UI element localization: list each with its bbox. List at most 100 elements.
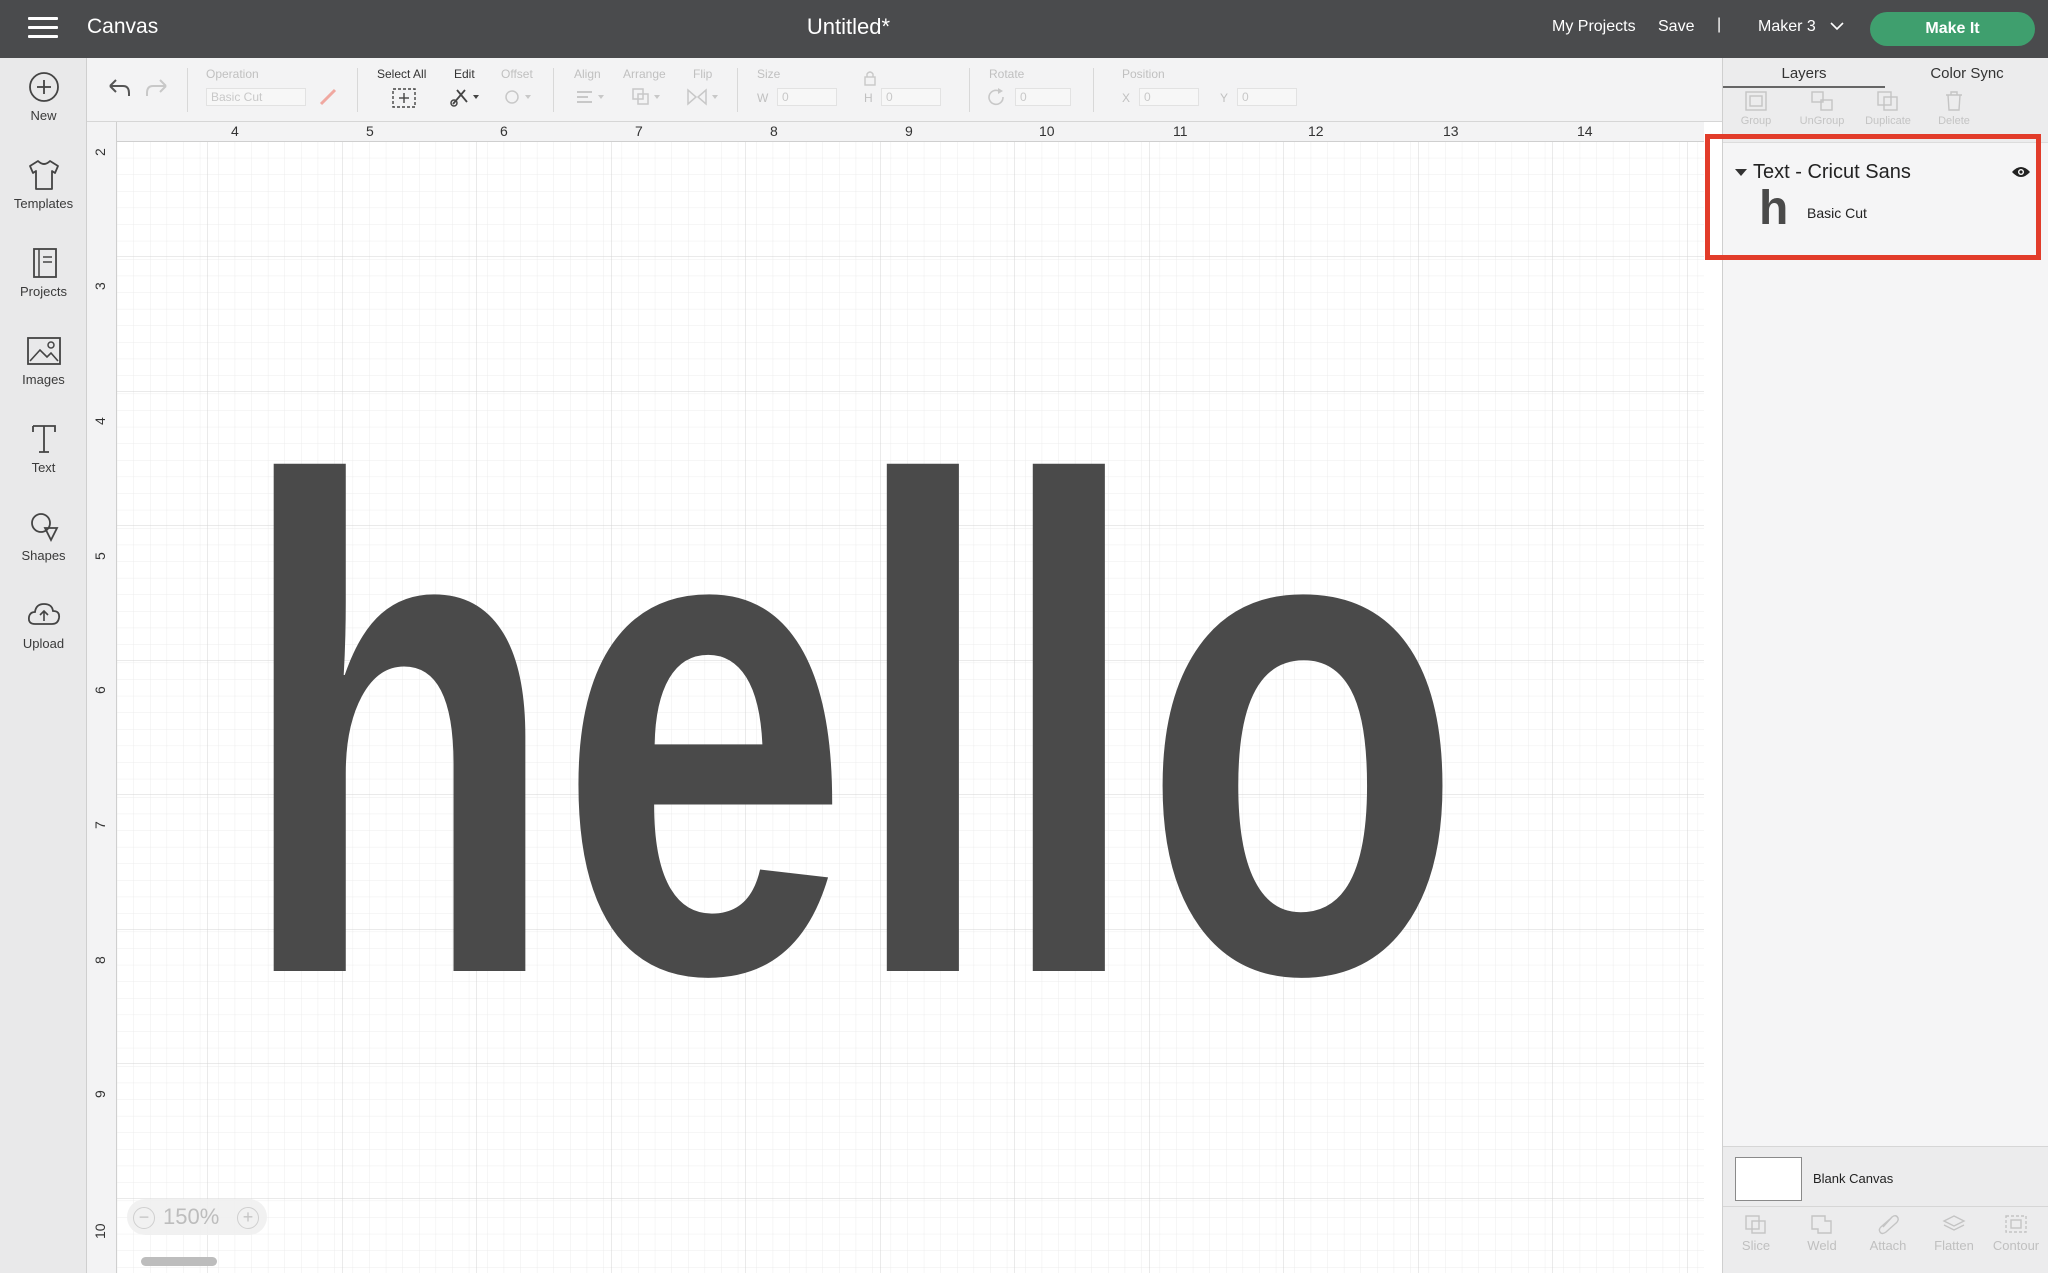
y-input[interactable]: 0 bbox=[1237, 88, 1297, 106]
select-all-icon[interactable] bbox=[391, 87, 417, 109]
toolbar-divider bbox=[357, 68, 358, 112]
ruler-mark: 10 bbox=[92, 1223, 108, 1239]
group-icon bbox=[1745, 91, 1767, 111]
height-input[interactable]: 0 bbox=[881, 88, 941, 106]
layer-actions-bar: Slice Weld Attach Flatten Contour bbox=[1723, 1206, 2048, 1273]
select-all-label: Select All bbox=[377, 67, 427, 81]
projects-label: Projects bbox=[20, 284, 67, 299]
redo-icon[interactable] bbox=[143, 76, 171, 100]
ruler-mark: 13 bbox=[1443, 123, 1459, 139]
y-label: Y bbox=[1220, 91, 1229, 105]
separator: | bbox=[1717, 16, 1722, 33]
flip-label: Flip bbox=[693, 67, 713, 81]
plus-circle-icon bbox=[28, 72, 59, 102]
align-label: Align bbox=[574, 67, 601, 81]
position-label: Position bbox=[1122, 67, 1165, 81]
toolbar-divider bbox=[187, 68, 188, 112]
group-button[interactable]: Group bbox=[1723, 90, 1789, 127]
zoom-out-button[interactable]: − bbox=[133, 1207, 155, 1229]
horizontal-scrollbar[interactable] bbox=[141, 1257, 217, 1266]
tab-layers[interactable]: Layers bbox=[1723, 60, 1885, 88]
flatten-label: Flatten bbox=[1934, 1238, 1974, 1253]
images-tool[interactable]: Images bbox=[0, 334, 87, 387]
delete-button[interactable]: Delete bbox=[1921, 90, 1987, 127]
flip-icon[interactable] bbox=[685, 86, 723, 108]
align-icon[interactable] bbox=[574, 86, 608, 108]
undo-icon[interactable] bbox=[105, 76, 133, 100]
upload-label: Upload bbox=[22, 636, 65, 651]
make-it-button[interactable]: Make It bbox=[1870, 12, 2035, 46]
top-bar: Canvas Untitled* My Projects Save | Make… bbox=[0, 0, 2048, 58]
notebook-icon bbox=[32, 248, 57, 278]
ruler-mark: 4 bbox=[92, 417, 108, 425]
image-icon bbox=[26, 337, 61, 365]
rotate-input[interactable]: 0 bbox=[1015, 88, 1071, 106]
operation-select[interactable]: Basic Cut bbox=[206, 88, 306, 106]
duplicate-button[interactable]: Duplicate bbox=[1855, 90, 1921, 127]
projects-tool[interactable]: Projects bbox=[0, 246, 87, 299]
images-label: Images bbox=[22, 372, 65, 387]
duplicate-icon bbox=[1877, 91, 1898, 111]
blank-canvas-swatch[interactable] bbox=[1735, 1157, 1802, 1201]
rotate-icon[interactable] bbox=[987, 88, 1007, 106]
toolbar-divider bbox=[553, 68, 554, 112]
trash-icon bbox=[1946, 91, 1962, 111]
ruler-mark: 7 bbox=[92, 821, 108, 829]
delete-label: Delete bbox=[1938, 115, 1970, 127]
shapes-tool[interactable]: Shapes bbox=[0, 510, 87, 563]
arrange-icon[interactable] bbox=[630, 86, 664, 108]
tshirt-icon bbox=[28, 160, 59, 190]
left-toolbar: New Templates Projects Images Text Shape… bbox=[0, 58, 87, 1273]
my-projects-link[interactable]: My Projects bbox=[1552, 18, 1636, 36]
weld-button[interactable]: Weld bbox=[1789, 1213, 1855, 1253]
collapse-caret-icon[interactable] bbox=[1735, 169, 1747, 176]
blank-canvas-row[interactable]: Blank Canvas bbox=[1723, 1146, 2048, 1206]
lock-icon[interactable] bbox=[863, 70, 877, 86]
slice-button[interactable]: Slice bbox=[1723, 1213, 1789, 1253]
eye-icon[interactable] bbox=[2011, 165, 2031, 179]
ruler-mark: 9 bbox=[92, 1090, 108, 1098]
save-button[interactable]: Save bbox=[1658, 18, 1694, 36]
offset-icon[interactable] bbox=[501, 86, 535, 108]
ungroup-button[interactable]: UnGroup bbox=[1789, 90, 1855, 127]
flatten-icon bbox=[1942, 1215, 1966, 1231]
group-label: Group bbox=[1740, 115, 1772, 127]
new-tool[interactable]: New bbox=[0, 70, 87, 123]
templates-tool[interactable]: Templates bbox=[0, 158, 87, 211]
ruler-mark: 10 bbox=[1039, 123, 1055, 139]
edit-scissors-icon[interactable] bbox=[449, 86, 483, 108]
text-tool[interactable]: Text bbox=[0, 422, 87, 475]
layer-item-basic-cut[interactable]: Basic Cut bbox=[1807, 205, 1867, 221]
chevron-down-icon[interactable] bbox=[1829, 18, 1845, 34]
design-canvas[interactable]: hello 4 5 6 7 8 9 10 11 12 13 14 2 3 4 5… bbox=[87, 122, 1704, 1273]
machine-select[interactable]: Maker 3 bbox=[1758, 18, 1816, 36]
flatten-button[interactable]: Flatten bbox=[1921, 1213, 1987, 1253]
x-input[interactable]: 0 bbox=[1139, 88, 1199, 106]
hello-text-object[interactable]: hello bbox=[237, 338, 1463, 1120]
width-input[interactable]: 0 bbox=[777, 88, 837, 106]
canvas-grid: hello bbox=[117, 142, 1704, 1273]
upload-tool[interactable]: Upload bbox=[0, 598, 87, 651]
slice-icon bbox=[1745, 1215, 1766, 1234]
ruler-mark: 14 bbox=[1577, 123, 1593, 139]
edit-label: Edit bbox=[454, 67, 475, 81]
toolbar-divider bbox=[1093, 68, 1094, 112]
contour-label: Contour bbox=[1992, 1238, 2040, 1253]
weld-icon bbox=[1811, 1215, 1832, 1234]
tab-color-sync[interactable]: Color Sync bbox=[1885, 60, 2048, 88]
shapes-label: Shapes bbox=[21, 548, 66, 563]
weld-label: Weld bbox=[1807, 1238, 1837, 1253]
offset-label: Offset bbox=[501, 67, 533, 81]
shapes-icon bbox=[30, 513, 58, 543]
toolbar-divider bbox=[969, 68, 970, 112]
attach-button[interactable]: Attach bbox=[1855, 1213, 1921, 1253]
zoom-in-button[interactable]: + bbox=[237, 1207, 259, 1229]
contour-button[interactable]: Contour bbox=[1983, 1213, 2048, 1253]
rotate-label: Rotate bbox=[989, 67, 1025, 81]
ruler-mark: 6 bbox=[92, 686, 108, 694]
operation-label: Operation bbox=[206, 67, 259, 81]
ungroup-label: UnGroup bbox=[1799, 115, 1845, 127]
paperclip-icon bbox=[1878, 1215, 1899, 1235]
ruler-mark: 2 bbox=[92, 148, 108, 156]
pen-color-icon[interactable] bbox=[317, 86, 339, 108]
